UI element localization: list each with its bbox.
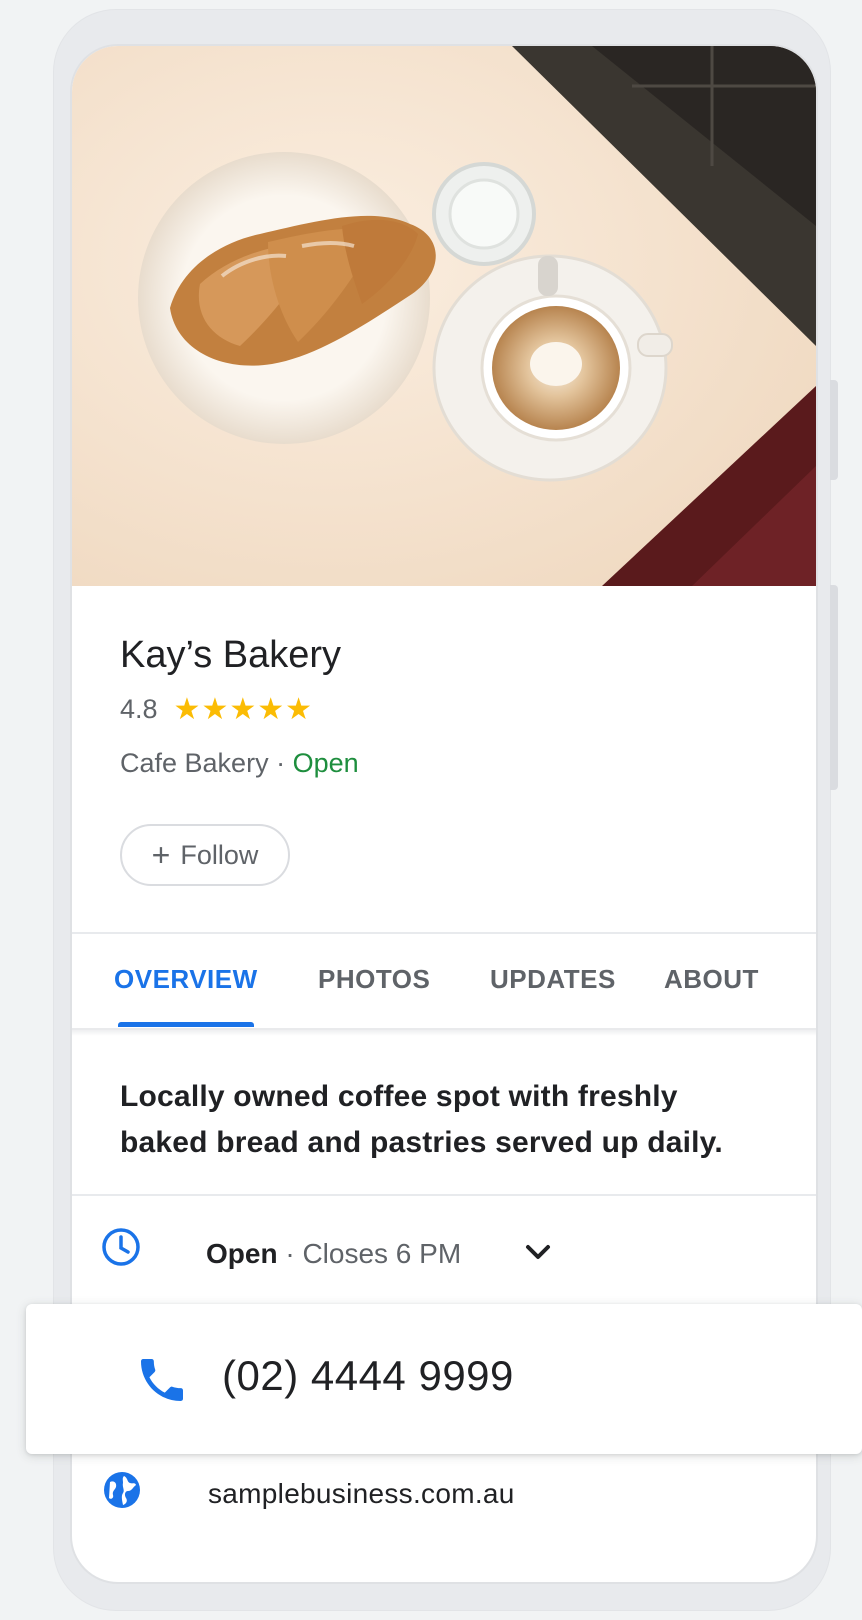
phone-icon <box>134 1352 190 1413</box>
business-hero-photo[interactable] <box>72 46 816 586</box>
tab-bar: OVERVIEW PHOTOS UPDATES ABOUT <box>72 932 816 1030</box>
power-button <box>830 585 838 790</box>
star-icon: ★ <box>229 692 257 726</box>
chevron-down-icon[interactable] <box>520 1234 556 1275</box>
tab-about[interactable]: ABOUT <box>664 964 759 995</box>
tab-updates[interactable]: UPDATES <box>490 964 616 995</box>
rating-row[interactable]: 4.8 ★ ★ ★ ★ ★ <box>120 694 313 725</box>
plus-icon: + <box>151 837 171 873</box>
tab-photos[interactable]: PHOTOS <box>318 964 430 995</box>
rating-value: 4.8 <box>120 694 158 724</box>
tab-bar-shadow <box>72 1028 816 1036</box>
business-description: Locally owned coffee spot with freshly b… <box>120 1080 723 1159</box>
hours-text: Open · Closes 6 PM <box>206 1238 461 1270</box>
phone-card[interactable]: (02) 4444 9999 <box>26 1304 862 1454</box>
hours-detail: · Closes 6 PM <box>277 1238 462 1269</box>
business-name: Kay’s Bakery <box>120 634 342 676</box>
globe-icon <box>102 1470 142 1515</box>
separator: · <box>268 748 293 778</box>
open-status: Open <box>292 748 359 778</box>
follow-button[interactable]: + Follow <box>120 824 290 886</box>
star-icon: ★ <box>257 692 285 726</box>
divider <box>72 1194 816 1196</box>
category-status-row: Cafe Bakery · Open <box>120 748 359 779</box>
phone-number[interactable]: (02) 4444 9999 <box>222 1352 514 1400</box>
star-icon: ★ <box>173 692 201 726</box>
website-row[interactable]: samplebusiness.com.au <box>72 1466 816 1526</box>
follow-label: Follow <box>180 839 259 870</box>
hours-row[interactable]: Open · Closes 6 PM <box>72 1226 816 1286</box>
volume-button <box>830 380 838 480</box>
business-category: Cafe Bakery <box>120 748 269 778</box>
clock-icon <box>100 1226 142 1273</box>
star-icon: ★ <box>201 692 229 726</box>
website-link[interactable]: samplebusiness.com.au <box>208 1478 515 1510</box>
active-tab-indicator <box>118 1022 254 1027</box>
water-glass <box>432 162 536 266</box>
tab-overview[interactable]: OVERVIEW <box>114 964 258 995</box>
hours-open-status: Open <box>206 1238 278 1269</box>
star-rating-icons: ★ ★ ★ ★ ★ <box>173 692 314 726</box>
star-icon: ★ <box>285 692 313 726</box>
